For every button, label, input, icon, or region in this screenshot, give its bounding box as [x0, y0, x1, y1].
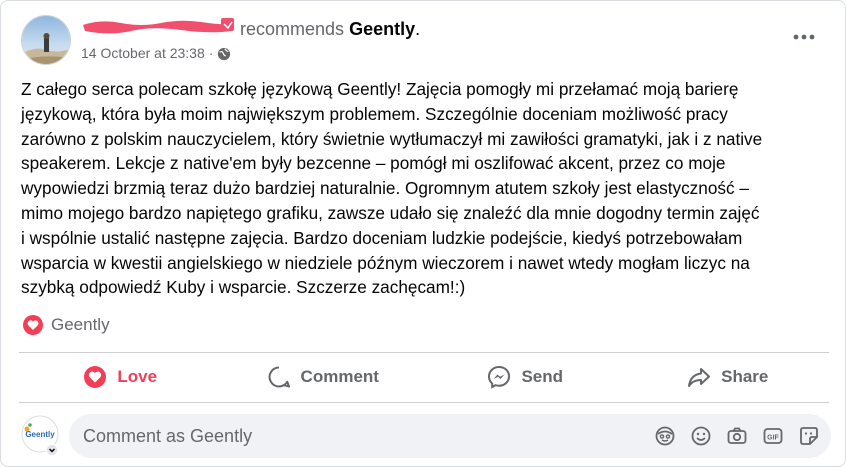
avatar-sticker-icon[interactable] [653, 424, 677, 448]
post-card: recommends Geently. 14 October at 23:38 … [0, 0, 846, 467]
avatar-logo-text: Geently [25, 430, 55, 439]
comment-placeholder: Comment as Geently [83, 426, 253, 446]
messenger-icon [488, 365, 511, 389]
author-name-redacted[interactable] [81, 17, 235, 34]
sticker-icon[interactable] [797, 424, 821, 448]
comment-icon [268, 366, 290, 388]
send-label: Send [521, 367, 564, 386]
page-name-link[interactable]: Geently [349, 19, 415, 39]
post-text: Z całego serca polecam szkołę językową G… [21, 79, 763, 298]
post-timestamp[interactable]: 14 October at 23:38 [81, 43, 205, 63]
love-button[interactable]: Love [19, 354, 222, 400]
timestamp-separator: · [208, 45, 214, 61]
love-label: Love [117, 367, 158, 386]
gif-icon[interactable]: GIF [761, 424, 785, 448]
emoji-icon[interactable] [689, 424, 713, 448]
send-button[interactable]: Send [424, 354, 627, 400]
more-options-icon[interactable] [789, 25, 819, 49]
reactor-name: Geently [51, 315, 110, 334]
comment-button[interactable]: Comment [222, 354, 425, 400]
post-header: recommends Geently. 14 October at 23:38 … [21, 15, 829, 67]
commenter-avatar[interactable]: Geently [19, 415, 61, 457]
divider [19, 352, 829, 353]
action-bar: Love Comment Send Share [19, 354, 829, 400]
recommends-text: recommends [240, 19, 345, 39]
globe-icon [217, 46, 231, 61]
share-icon [688, 368, 711, 387]
header-period: . [415, 19, 421, 39]
camera-icon[interactable] [725, 424, 749, 448]
comment-input[interactable]: Comment as Geently GIF [69, 414, 831, 458]
love-reaction-icon [23, 315, 43, 335]
share-button[interactable]: Share [627, 354, 830, 400]
share-label: Share [721, 367, 769, 386]
svg-text:GIF: GIF [767, 435, 779, 442]
reactions-summary[interactable]: Geently [23, 315, 110, 335]
love-icon [84, 366, 107, 388]
comment-label: Comment [300, 367, 379, 386]
author-avatar[interactable] [21, 15, 71, 65]
divider [19, 402, 829, 403]
